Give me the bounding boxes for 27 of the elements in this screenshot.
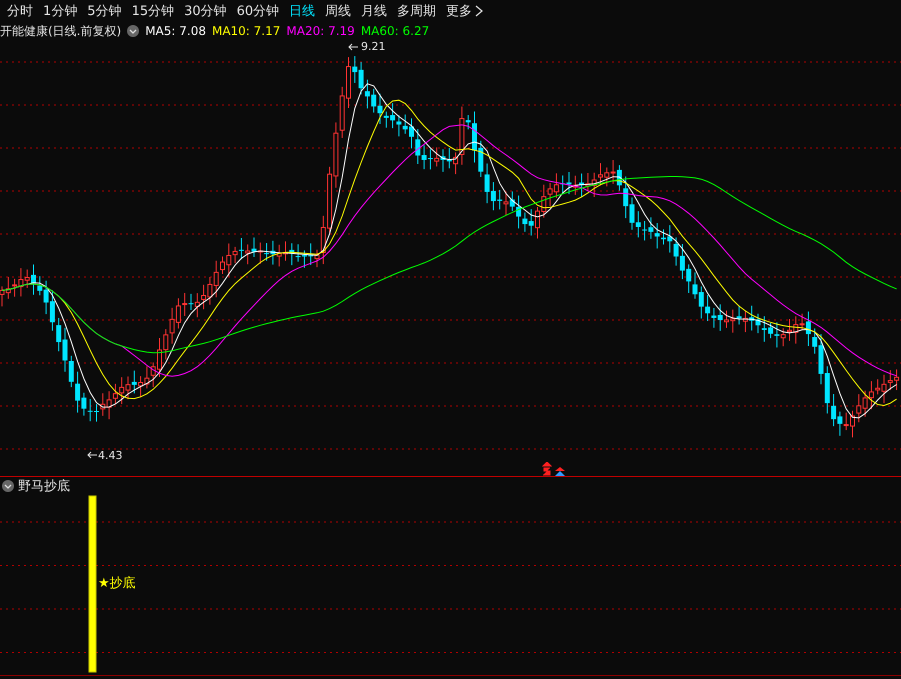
moving-average-value: MA60: 6.27 xyxy=(360,24,430,38)
moving-average-value: MA10: 7.17 xyxy=(212,24,280,38)
double-arrow-icon xyxy=(555,467,565,476)
period-tab[interactable]: 多周期 xyxy=(392,0,442,22)
signal-label: ★抄底 xyxy=(98,575,136,592)
period-tab[interactable]: 分时 xyxy=(2,0,38,22)
period-tab[interactable]: 60分钟 xyxy=(232,0,284,22)
period-tab[interactable]: 日线 xyxy=(284,0,320,22)
moving-average-value: MA20: 7.19 xyxy=(286,24,355,38)
chevron-right-icon xyxy=(475,5,484,17)
chart-title: 开能健康(日线.前复权) xyxy=(0,22,122,40)
high-price-label: 9.21 xyxy=(361,40,386,53)
period-tab[interactable]: 月线 xyxy=(356,0,392,22)
pointer-arrow-icon xyxy=(86,451,98,459)
sell-signal-icon xyxy=(542,462,552,476)
period-tab[interactable]: 周线 xyxy=(320,0,356,22)
indicator-title: 野马抄底 xyxy=(18,478,70,495)
dropdown-icon[interactable] xyxy=(2,480,14,492)
period-tab[interactable]: 15分钟 xyxy=(126,0,180,22)
period-tab[interactable]: 1分钟 xyxy=(38,0,82,22)
dropdown-icon[interactable] xyxy=(127,25,140,37)
period-tab[interactable]: 更多 xyxy=(441,0,488,22)
low-price-label: 4.43 xyxy=(98,449,122,462)
period-tab[interactable]: 30分钟 xyxy=(179,0,232,22)
period-tab[interactable]: 5分钟 xyxy=(82,0,127,22)
moving-average-value: MA5: 7.08 xyxy=(145,24,206,38)
pointer-arrow-icon xyxy=(347,43,359,51)
